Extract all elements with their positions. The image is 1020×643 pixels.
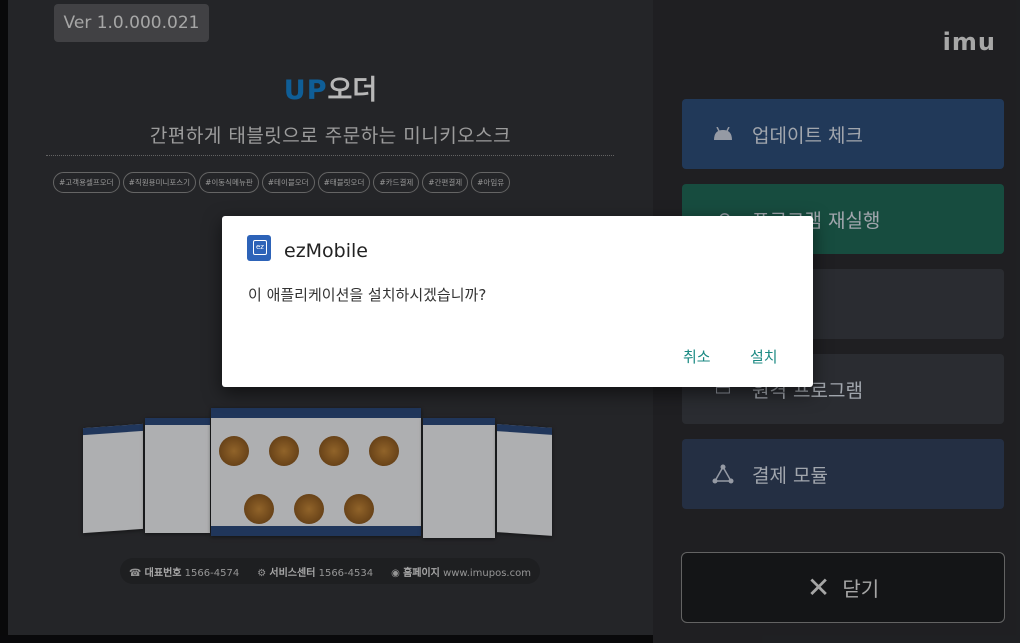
ezmobile-app-icon: ez: [247, 235, 271, 261]
install-dialog: ez ezMobile 이 애플리케이션을 설치하시겠습니까? 취소 설치: [222, 216, 813, 387]
kiosk-screen: Ver 1.0.000.021 UP오더 간편하게 태블릿으로 주문하는 미니키…: [0, 0, 1020, 643]
install-button[interactable]: 설치: [750, 346, 778, 367]
dialog-message: 이 애플리케이션을 설치하시겠습니까?: [248, 286, 487, 304]
cancel-button[interactable]: 취소: [683, 346, 711, 367]
dialog-title: ezMobile: [284, 240, 368, 262]
